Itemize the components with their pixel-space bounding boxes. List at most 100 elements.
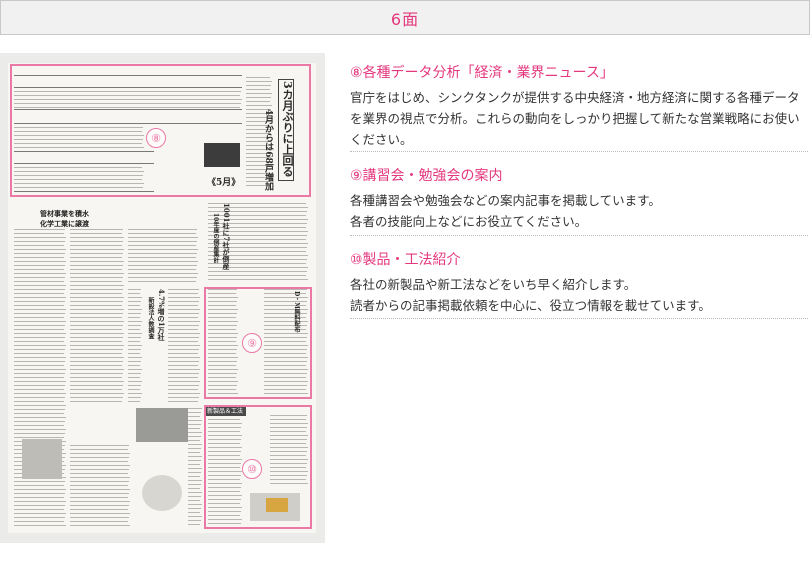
text-texture <box>188 412 201 413</box>
section-10-line: 読者からの記事掲載依頼を中心に、役立つ情報を載せています。 <box>350 298 711 313</box>
text-texture <box>70 297 124 298</box>
text-texture <box>168 329 198 330</box>
text-texture <box>14 509 64 510</box>
text-texture <box>128 401 140 402</box>
text-texture <box>128 273 198 274</box>
text-texture <box>70 329 122 330</box>
text-texture <box>128 245 196 246</box>
text-texture <box>14 273 66 274</box>
text-texture <box>128 369 142 370</box>
text-texture <box>14 369 66 370</box>
text-texture <box>14 393 66 394</box>
text-texture <box>128 313 141 314</box>
text-texture <box>70 353 122 354</box>
text-texture <box>14 337 65 338</box>
text-texture <box>14 253 65 254</box>
text-texture <box>188 452 200 453</box>
text-texture <box>70 341 122 342</box>
text-texture <box>128 361 141 362</box>
text-texture <box>14 489 66 490</box>
text-texture <box>14 229 65 230</box>
text-texture <box>70 497 128 498</box>
text-texture <box>208 279 308 280</box>
text-texture <box>14 517 65 518</box>
text-texture <box>168 333 200 334</box>
text-texture <box>128 265 197 266</box>
text-texture <box>14 305 64 306</box>
text-texture <box>70 453 130 454</box>
text-texture <box>188 476 200 477</box>
text-texture <box>70 269 122 270</box>
text-texture <box>14 237 66 238</box>
text-texture <box>14 521 64 522</box>
text-texture <box>14 357 66 358</box>
text-texture <box>188 440 200 441</box>
text-texture <box>70 485 128 486</box>
text-texture <box>70 281 122 282</box>
text-texture <box>128 341 140 342</box>
text-texture <box>70 361 123 362</box>
text-texture <box>188 480 202 481</box>
text-texture <box>70 521 128 522</box>
text-texture <box>128 333 142 334</box>
section-10-title: ⑩製品・工法紹介 <box>350 252 461 268</box>
text-texture <box>168 373 199 374</box>
text-texture <box>14 417 66 418</box>
section-9-line: 各種講習会や勉強会などの案内記事を掲載しています。 <box>350 193 661 208</box>
section-8-title: ⑧各種データ分析「経済・業界ニュース」 <box>350 65 614 81</box>
text-texture <box>128 349 141 350</box>
text-texture <box>168 357 200 358</box>
text-texture <box>188 504 202 505</box>
text-texture <box>70 525 130 526</box>
text-texture <box>70 489 130 490</box>
text-texture <box>70 273 124 274</box>
text-texture <box>128 237 198 238</box>
text-texture <box>70 445 129 446</box>
text-texture <box>128 329 140 330</box>
text-texture <box>70 349 123 350</box>
text-texture <box>14 301 65 302</box>
text-texture <box>188 512 200 513</box>
text-texture <box>128 305 140 306</box>
text-texture <box>14 281 64 282</box>
text-texture <box>14 377 64 378</box>
text-texture <box>14 341 64 342</box>
text-texture <box>14 353 64 354</box>
text-texture <box>14 233 64 234</box>
text-texture <box>14 289 65 290</box>
text-texture <box>14 317 64 318</box>
text-texture <box>128 281 196 282</box>
text-texture <box>70 473 128 474</box>
text-texture <box>128 397 141 398</box>
text-texture <box>188 472 201 473</box>
text-texture <box>188 416 200 417</box>
text-texture <box>70 257 122 258</box>
text-texture <box>208 275 306 276</box>
section-9-body: 各種講習会や勉強会などの案内記事を掲載しています。 各者の技能向上などにお役立て… <box>350 190 808 232</box>
text-texture <box>188 488 200 489</box>
text-texture <box>188 460 201 461</box>
text-texture <box>14 493 65 494</box>
text-texture <box>128 269 196 270</box>
text-texture <box>168 305 198 306</box>
headline-center1: 4.7%増の1万社 <box>157 289 166 341</box>
text-texture <box>128 377 140 378</box>
text-texture <box>70 245 122 246</box>
text-texture <box>188 496 201 497</box>
headline-mid: 1001社に7社が倒産 <box>222 203 231 270</box>
newspaper-thumbnail: 3カ月ぶりに上回る 4月からは68戸増加 《5月》 1001社に7社が倒産 10… <box>0 53 325 543</box>
text-texture <box>128 365 140 366</box>
text-texture <box>14 309 66 310</box>
text-texture <box>70 465 130 466</box>
text-texture <box>70 365 122 366</box>
text-texture <box>168 361 199 362</box>
marker-8: ⑧ <box>146 128 166 148</box>
text-texture <box>128 253 197 254</box>
text-texture <box>14 257 64 258</box>
text-texture <box>70 461 128 462</box>
text-texture <box>14 285 66 286</box>
text-texture <box>14 361 65 362</box>
text-texture <box>208 271 307 272</box>
section-8-body: 官庁をはじめ、シンクタンクが提供する中央経済・地方経済に関する各種データ を業界… <box>350 87 808 150</box>
text-texture <box>14 525 66 526</box>
